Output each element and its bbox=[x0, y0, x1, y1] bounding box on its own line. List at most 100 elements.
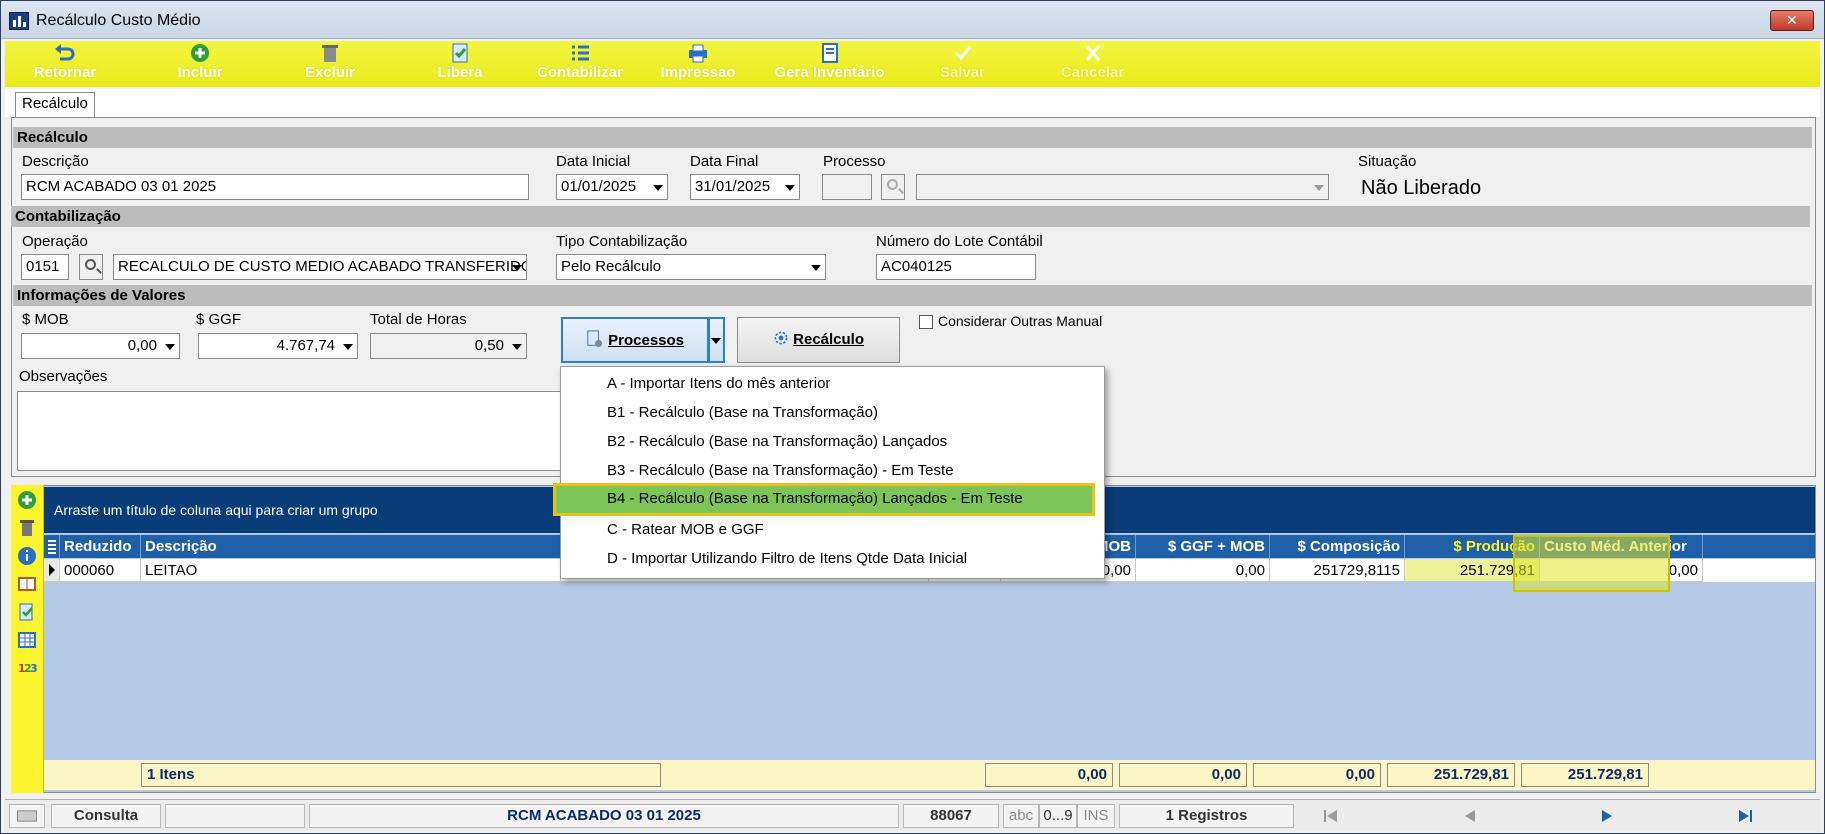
search-icon bbox=[887, 179, 898, 190]
status-mode: Consulta bbox=[51, 804, 161, 828]
close-button[interactable]: ✕ bbox=[1770, 10, 1814, 31]
status-ins: INS bbox=[1077, 804, 1115, 828]
cell-reduzido[interactable]: 000060 bbox=[60, 559, 141, 582]
data-inicial-value: 01/01/2025 bbox=[561, 178, 637, 195]
next-record-icon[interactable] bbox=[1600, 809, 1614, 823]
grid-footer-row: 1 Itens 0,00 0,00 0,00 251.729,81 251.72… bbox=[44, 760, 1815, 790]
app-window: Recálculo Custo Médio ✕ Retornar Incluir… bbox=[0, 0, 1825, 834]
tipo-contabilizacao-select[interactable]: Pelo Recálculo bbox=[556, 254, 826, 280]
considerar-outras-checkbox[interactable] bbox=[919, 315, 933, 329]
data-inicial-input[interactable]: 01/01/2025 bbox=[556, 174, 668, 200]
operacao-search-button[interactable] bbox=[79, 254, 103, 280]
considerar-outras-label: Considerar Outras Manual bbox=[938, 313, 1103, 329]
total-horas-input[interactable]: 0,50 bbox=[370, 333, 527, 359]
processos-button[interactable]: Processos bbox=[561, 317, 709, 363]
data-final-input[interactable]: 31/01/2025 bbox=[690, 174, 800, 200]
salvar-button[interactable]: Salvar bbox=[925, 43, 1000, 82]
data-inicial-label: Data Inicial bbox=[556, 153, 631, 170]
table-icon[interactable] bbox=[17, 630, 37, 650]
mob-label: $ MOB bbox=[22, 311, 69, 328]
list-icon bbox=[572, 45, 589, 61]
recalculo-button[interactable]: Recálculo bbox=[737, 317, 900, 363]
chevron-down-icon bbox=[343, 344, 353, 350]
trash-icon[interactable] bbox=[17, 518, 37, 538]
check-document-icon[interactable] bbox=[17, 602, 37, 622]
cancelar-button[interactable]: Cancelar bbox=[1050, 43, 1135, 82]
last-record-icon[interactable] bbox=[1737, 809, 1753, 823]
toolbar: Retornar Incluir Excluir Libera Contabil… bbox=[5, 41, 1820, 87]
lote-contabil-label: Número do Lote Contábil bbox=[876, 233, 1043, 250]
descricao-input[interactable]: RCM ACABADO 03 01 2025 bbox=[21, 174, 529, 200]
processo-search-button[interactable] bbox=[881, 174, 905, 200]
tab-recalculo[interactable]: Recálculo bbox=[15, 92, 95, 117]
col-header-ggf-mob[interactable]: $ GGF + MOB bbox=[1136, 535, 1270, 558]
chevron-down-icon bbox=[711, 338, 721, 344]
processo-code-input[interactable] bbox=[822, 174, 872, 200]
producao-highlight bbox=[1513, 535, 1670, 592]
col-header-reduzido[interactable]: Reduzido bbox=[60, 535, 141, 558]
excluir-button[interactable]: Excluir bbox=[295, 43, 365, 82]
lote-contabil-input[interactable]: AC040125 bbox=[876, 254, 1036, 280]
check-icon bbox=[954, 46, 971, 61]
footer-composicao-total: 251.729,81 bbox=[1387, 763, 1515, 787]
menu-item-b4[interactable]: B4 - Recálculo (Base na Transformação) L… bbox=[553, 483, 1095, 516]
contabilizar-button[interactable]: Contabilizar bbox=[530, 43, 630, 82]
data-final-value: 31/01/2025 bbox=[695, 178, 771, 195]
retornar-button[interactable]: Retornar bbox=[25, 43, 105, 82]
operacao-code-input[interactable]: 0151 bbox=[21, 254, 69, 280]
mob-input[interactable]: 0,00 bbox=[21, 333, 180, 359]
recalculo-button-label: Recálculo bbox=[793, 331, 865, 348]
incluir-button[interactable]: Incluir bbox=[165, 43, 235, 82]
menu-item-b1[interactable]: B1 - Recálculo (Base na Transformação) bbox=[561, 398, 1104, 427]
prev-record-icon[interactable] bbox=[1463, 809, 1477, 823]
operacao-select[interactable]: RECALCULO DE CUSTO MEDIO ACABADO TRANSFE… bbox=[113, 254, 527, 280]
status-registros: 1 Registros bbox=[1119, 804, 1294, 828]
gera-inventario-button[interactable]: Gera Inventário bbox=[762, 43, 897, 82]
title-bar: Recálculo Custo Médio ✕ bbox=[1, 1, 1824, 39]
cell-descricao[interactable]: LEITAO bbox=[141, 559, 561, 582]
cell-ggf-mob[interactable]: 0,00 bbox=[1136, 559, 1270, 582]
col-header-composicao[interactable]: $ Composição bbox=[1270, 535, 1405, 558]
gear-icon bbox=[774, 331, 788, 345]
ggf-input[interactable]: 4.767,74 bbox=[198, 333, 358, 359]
processos-button-label: Processos bbox=[608, 332, 685, 349]
observacoes-textarea[interactable] bbox=[17, 391, 565, 471]
tipo-contabilizacao-value: Pelo Recálculo bbox=[561, 258, 662, 275]
processo-select[interactable] bbox=[916, 174, 1329, 200]
footer-ggf-mob-total: 0,00 bbox=[1253, 763, 1381, 787]
situacao-value: Não Liberado bbox=[1361, 177, 1482, 199]
libera-button[interactable]: Libera bbox=[425, 43, 495, 82]
x-icon bbox=[1085, 45, 1100, 61]
menu-item-c[interactable]: C - Ratear MOB e GGF bbox=[561, 515, 1104, 544]
impressao-button[interactable]: Impressao bbox=[653, 43, 743, 82]
menu-item-a[interactable]: A - Importar Itens do mês anterior bbox=[561, 369, 1104, 398]
cell-composicao[interactable]: 251729,8115 bbox=[1270, 559, 1405, 582]
operacao-label: Operação bbox=[22, 233, 88, 250]
col-header-descricao[interactable]: Descrição bbox=[141, 535, 561, 558]
menu-item-b2[interactable]: B2 - Recálculo (Base na Transformação) L… bbox=[561, 427, 1104, 456]
processos-dropdown-button[interactable] bbox=[708, 317, 725, 363]
undo-arrow-icon bbox=[55, 44, 75, 61]
row-selector-header[interactable] bbox=[44, 535, 60, 558]
menu-item-b3[interactable]: B3 - Recálculo (Base na Transformação) -… bbox=[561, 456, 1104, 485]
chevron-down-icon bbox=[785, 185, 795, 191]
first-record-icon[interactable] bbox=[1323, 809, 1339, 823]
numbering-icon[interactable]: 123 bbox=[17, 658, 37, 678]
info-icon[interactable] bbox=[17, 546, 37, 566]
book-icon[interactable] bbox=[17, 574, 37, 594]
processo-label: Processo bbox=[823, 153, 886, 170]
section-recalculo: Recálculo bbox=[13, 127, 1812, 148]
status-empty bbox=[165, 804, 305, 828]
footer-itens-count: 1 Itens bbox=[141, 763, 661, 787]
tab-strip: Recálculo bbox=[5, 89, 1820, 117]
chevron-down-icon bbox=[165, 344, 175, 350]
trash-icon bbox=[322, 45, 338, 62]
menu-item-d[interactable]: D - Importar Utilizando Filtro de Itens … bbox=[561, 544, 1104, 573]
total-horas-label: Total de Horas bbox=[370, 311, 467, 328]
svg-text:3: 3 bbox=[30, 662, 37, 675]
footer-producao-total: 251.729,81 bbox=[1521, 763, 1649, 787]
add-icon[interactable] bbox=[17, 490, 37, 510]
situacao-label: Situação bbox=[1358, 153, 1417, 170]
tipo-contabilizacao-label: Tipo Contabilização bbox=[556, 233, 688, 250]
operacao-desc-value: RECALCULO DE CUSTO MEDIO ACABADO TRANSFE… bbox=[118, 258, 527, 275]
